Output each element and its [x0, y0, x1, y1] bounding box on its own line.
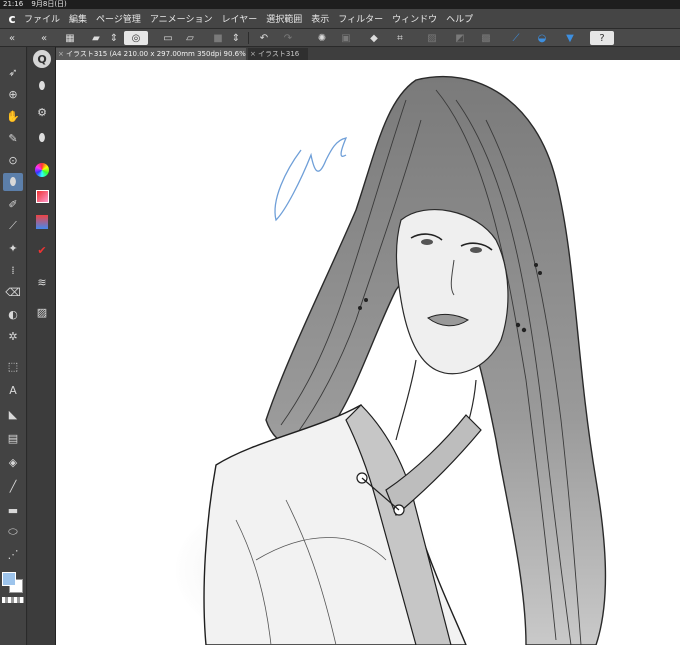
color-wheel-icon[interactable]	[32, 161, 52, 179]
clip-studio-swirl-icon[interactable]: ◎	[124, 31, 148, 45]
dropper-icon[interactable]: ⬮	[3, 173, 23, 191]
image-icon[interactable]: ▨	[32, 303, 52, 321]
balloon-icon[interactable]: ◣	[3, 405, 23, 423]
undo-icon[interactable]: ↶	[256, 31, 272, 45]
spinner-icon[interactable]: ✺	[314, 31, 330, 45]
grid-view-icon[interactable]: ▦	[62, 31, 78, 45]
pen-snap-icon[interactable]: ▼	[562, 31, 578, 45]
select-icon[interactable]: ▩	[478, 31, 494, 45]
correct-line-icon[interactable]: ⋰	[3, 545, 23, 563]
main-color-swatch[interactable]	[2, 572, 16, 586]
text-icon[interactable]: A	[3, 381, 23, 399]
document-tabs: × イラスト315 (A4 210.00 x 297.00mm 350dpi 9…	[56, 47, 680, 60]
curve-snap-icon[interactable]: ◒	[534, 31, 550, 45]
magnify-icon[interactable]: ⊙	[3, 151, 23, 169]
tool-palette: ➶ ⊕ ✋ ✎ ⊙ ⬮ ✐ ⟋ ✦ ⁞ ⌫ ◐ ✲ ⬚ A ◣ ▤ ◈ ╱ ▬ …	[0, 47, 27, 645]
menu-page[interactable]: ページ管理	[96, 12, 141, 25]
close-icon[interactable]: ×	[58, 48, 64, 60]
dropper-sub-icon[interactable]: ⬮	[32, 77, 52, 95]
brush-icon[interactable]: ⟋	[3, 217, 23, 235]
tab-illust-316[interactable]: × イラスト316	[248, 48, 308, 60]
clip-studio-window: 21:16 9月8日(日) ϲ ファイル 編集 ページ管理 アニメーション レイ…	[0, 0, 680, 645]
command-bar: « « ▦ ▰ ⇕ ◎ ▭ ▱ ■ ⇕ ↶ ↷ ✺ ▣ ◆ ⌗ ▨ ◩ ▩ ⟋ …	[0, 29, 680, 47]
select-arrow-icon[interactable]: ➶	[3, 63, 23, 81]
new-document-icon[interactable]: ▭	[160, 31, 176, 45]
snowflake-icon[interactable]: ✲	[3, 327, 23, 345]
save-square-icon[interactable]: ■	[210, 31, 226, 45]
ruler-icon[interactable]: ▬	[3, 501, 23, 519]
redo-icon[interactable]: ↷	[280, 31, 296, 45]
line-icon[interactable]: ╱	[3, 477, 23, 495]
menu-view[interactable]: 表示	[311, 12, 329, 25]
menu-layer[interactable]: レイヤー	[222, 12, 258, 25]
decoration-icon[interactable]: ⁞	[3, 261, 23, 279]
hand-icon[interactable]: ✋	[3, 107, 23, 125]
open-folder-icon[interactable]: ▱	[182, 31, 198, 45]
collapse-left-icon[interactable]: «	[4, 31, 20, 45]
up-down-arrows-icon-2[interactable]: ⇕	[228, 31, 244, 45]
gear-dropper-icon[interactable]: ⚙	[32, 103, 52, 121]
status-time: 21:16	[3, 0, 24, 8]
crop-icon[interactable]: ⌗	[392, 31, 408, 45]
dim-icon-2[interactable]: ◩	[452, 31, 468, 45]
transform-icon[interactable]: ▣	[338, 31, 354, 45]
transparent-color-swatch[interactable]	[2, 597, 24, 603]
menu-file[interactable]: ファイル	[24, 12, 60, 25]
menu-animation[interactable]: アニメーション	[150, 12, 213, 25]
collapse-right-icon[interactable]: «	[36, 31, 52, 45]
color-set-icon[interactable]	[32, 187, 52, 205]
signature-stroke	[274, 137, 348, 222]
toolbar-separator	[248, 32, 249, 44]
zoom-icon[interactable]: ⊕	[3, 85, 23, 103]
menu-filter[interactable]: フィルター	[338, 12, 383, 25]
color-history-icon[interactable]: ✔	[32, 241, 52, 259]
pen-icon[interactable]: ✎	[3, 129, 23, 147]
eraser-icon[interactable]: ⌫	[3, 283, 23, 301]
menu-selection[interactable]: 選択範囲	[266, 12, 302, 25]
ellipse-icon[interactable]: ⬭	[3, 523, 23, 541]
menu-help[interactable]: ヘルプ	[446, 12, 473, 25]
status-date: 9月8日(日)	[31, 0, 67, 8]
pencil-icon[interactable]: ✐	[3, 195, 23, 213]
artwork-sketch	[176, 75, 607, 645]
clip-studio-logo-icon[interactable]: ϲ	[0, 9, 24, 29]
layer-stack-icon[interactable]: ≋	[32, 273, 52, 291]
tab-label: イラスト316	[258, 50, 300, 58]
airbrush-icon[interactable]: ✦	[3, 239, 23, 257]
menu-edit[interactable]: 編集	[69, 12, 87, 25]
status-bar: 21:16 9月8日(日)	[0, 0, 680, 9]
figure-icon[interactable]: ⬚	[3, 357, 23, 375]
fill-icon[interactable]: ◈	[3, 453, 23, 471]
search-icon[interactable]: Q	[33, 50, 51, 68]
drawing-canvas[interactable]	[56, 60, 680, 645]
dim-icon-1[interactable]: ▨	[424, 31, 440, 45]
tab-label: イラスト315 (A4 210.00 x 297.00mm 350dpi 90.…	[66, 50, 246, 58]
up-down-arrows-icon[interactable]: ⇕	[106, 31, 122, 45]
intermediate-color-icon[interactable]	[32, 213, 52, 231]
menu-window[interactable]: ウィンドウ	[392, 12, 437, 25]
clear-eraser-icon[interactable]: ◆	[366, 31, 382, 45]
blend-icon[interactable]: ◐	[3, 305, 23, 323]
help-icon[interactable]: ?	[590, 31, 614, 45]
new-file-icon[interactable]: ▰	[88, 31, 104, 45]
gradient-icon[interactable]: ▤	[3, 429, 23, 447]
tab-illust-315[interactable]: × イラスト315 (A4 210.00 x 297.00mm 350dpi 9…	[56, 48, 246, 60]
dual-dropper-icon[interactable]: ⬮	[32, 129, 52, 147]
ruler-snap-icon[interactable]: ⟋	[508, 31, 524, 45]
subtool-palette: Q ⬮ ⚙ ⬮ ✔ ≋ ▨	[28, 47, 56, 645]
close-icon[interactable]: ×	[250, 48, 256, 60]
menu-bar: ϲ ファイル 編集 ページ管理 アニメーション レイヤー 選択範囲 表示 フィル…	[0, 9, 680, 29]
